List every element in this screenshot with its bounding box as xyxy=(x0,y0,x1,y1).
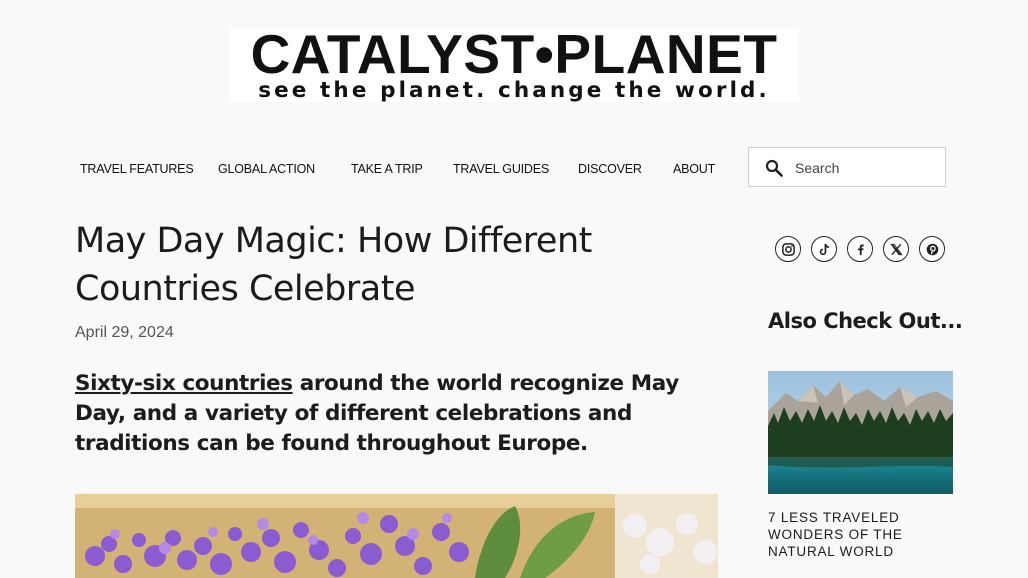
card-image[interactable] xyxy=(768,371,953,494)
x-icon[interactable] xyxy=(883,236,909,262)
pinterest-icon[interactable] xyxy=(919,236,945,262)
instagram-icon[interactable] xyxy=(775,236,801,262)
nav-item-discover[interactable]: DISCOVER xyxy=(578,160,642,178)
nav-item-take-a-trip[interactable]: TAKE A TRIP xyxy=(351,160,423,178)
nav-item-global-action[interactable]: GLOBAL ACTION xyxy=(218,160,315,178)
nav-item-about[interactable]: ABOUT xyxy=(673,160,715,178)
tiktok-icon[interactable] xyxy=(811,236,837,262)
facebook-icon[interactable] xyxy=(847,236,873,262)
logo-title: CATALYST•PLANET xyxy=(250,23,778,85)
lead-link[interactable]: Sixty-six countries xyxy=(75,371,293,396)
article-date: April 29, 2024 xyxy=(75,324,174,341)
sidebar-heading: Also Check Out... xyxy=(768,309,963,333)
article-title: May Day Magic: How Different Countries C… xyxy=(75,221,592,309)
search-icon[interactable] xyxy=(765,159,783,177)
article-lead: Sixty-six countries around the world rec… xyxy=(75,369,725,459)
site-logo[interactable]: CATALYST•PLANET see the planet. change t… xyxy=(229,23,799,103)
nav-item-travel-guides[interactable]: TRAVEL GUIDES xyxy=(453,160,549,178)
search-input[interactable] xyxy=(793,156,942,180)
hero-image xyxy=(75,494,718,578)
nav-item-travel-features[interactable]: TRAVEL FEATURES xyxy=(80,160,194,178)
card-title-link[interactable]: 7 Less Traveled Wonders of the Natural W… xyxy=(768,509,953,560)
search-box[interactable] xyxy=(748,147,946,187)
logo-tagline: see the planet. change the world. xyxy=(258,78,770,103)
